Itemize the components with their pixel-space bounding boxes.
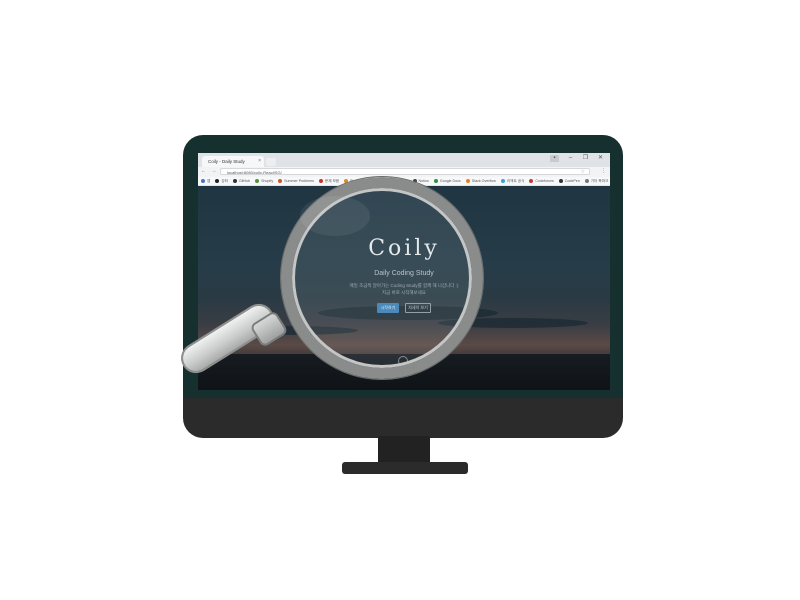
bookmark-label: 리액트 공식 [506, 178, 525, 183]
bookmark-label: Stack Overflow [471, 179, 496, 183]
user-profile-icon[interactable]: ▪ [550, 155, 559, 162]
bookmark-favicon-icon [584, 179, 589, 183]
browser-tab[interactable]: Coily - Daily Study × [202, 156, 264, 167]
bookmark-favicon-icon [278, 179, 283, 183]
monitor-chin [183, 398, 623, 438]
bookmark-item[interactable]: GitHub [232, 179, 251, 183]
address-url: localhost:8080/coily-React/SG/ [227, 170, 282, 175]
bookmark-label: 문제 모음 [324, 178, 340, 183]
new-tab-button[interactable] [266, 158, 276, 166]
browser-tab-title: Coily - Daily Study [208, 159, 245, 164]
bookmark-label: Google Docs [439, 179, 461, 183]
bookmark-item[interactable]: 기타 북마크 [584, 178, 609, 184]
bookmark-label: Shopify [261, 179, 274, 183]
minimize-icon[interactable]: – [567, 155, 574, 162]
bookmark-item[interactable]: 문제 모음 [318, 178, 340, 184]
bookmark-item[interactable]: 앱 [201, 179, 210, 184]
bookmark-item[interactable]: Stack Overflow [465, 179, 496, 183]
bookmark-item[interactable]: CodePen [558, 179, 580, 183]
bookmark-favicon-icon [201, 179, 205, 183]
bookmark-label: 기타 북마크 [590, 178, 609, 183]
bookmark-item[interactable]: Summer Problems [278, 179, 314, 183]
maximize-icon[interactable]: ❐ [582, 155, 589, 162]
bookmark-star-icon[interactable]: ☆ [581, 169, 585, 174]
bookmark-label: 강좌 [221, 178, 228, 183]
bookmark-favicon-icon [232, 179, 237, 183]
bookmark-item[interactable]: Codeforces [529, 179, 554, 183]
bookmark-label: CodePen [564, 179, 580, 183]
window-controls: ▪ – ❐ ✕ [550, 155, 604, 162]
bookmark-favicon-icon [318, 179, 323, 183]
bookmark-label: GitHub [238, 179, 251, 183]
bookmark-label: Notion [418, 179, 429, 183]
bookmark-favicon-icon [529, 179, 534, 183]
browser-menu-icon[interactable]: ⋮ [601, 168, 606, 174]
bookmark-favicon-icon [215, 179, 220, 183]
address-bar[interactable]: localhost:8080/coily-React/SG/ ☆ [220, 168, 590, 175]
bookmark-item[interactable]: 리액트 공식 [500, 178, 525, 184]
close-window-icon[interactable]: ✕ [597, 155, 604, 162]
bookmark-favicon-icon [433, 179, 438, 183]
bookmark-favicon-icon [255, 179, 260, 183]
bookmark-label: 앱 [207, 178, 211, 183]
bookmark-label: Codeforces [535, 179, 554, 183]
lens-glare [300, 196, 370, 236]
browser-tab-strip: Coily - Daily Study × ▪ – ❐ ✕ [198, 153, 610, 168]
bookmark-item[interactable]: Shopify [255, 179, 273, 183]
tab-close-icon[interactable]: × [258, 156, 261, 167]
bookmark-label: Summer Problems [284, 179, 314, 183]
bookmark-favicon-icon [465, 179, 470, 183]
browser-toolbar: ← → ⟳ localhost:8080/coily-React/SG/ ☆ ⋮ [198, 167, 610, 177]
bookmark-favicon-icon [500, 179, 505, 183]
monitor-stand-neck [378, 436, 430, 464]
bookmark-item[interactable]: Google Docs [433, 179, 461, 183]
bookmark-item[interactable]: 강좌 [215, 179, 228, 184]
bookmark-favicon-icon [558, 179, 563, 183]
monitor-stand-base [342, 462, 468, 474]
